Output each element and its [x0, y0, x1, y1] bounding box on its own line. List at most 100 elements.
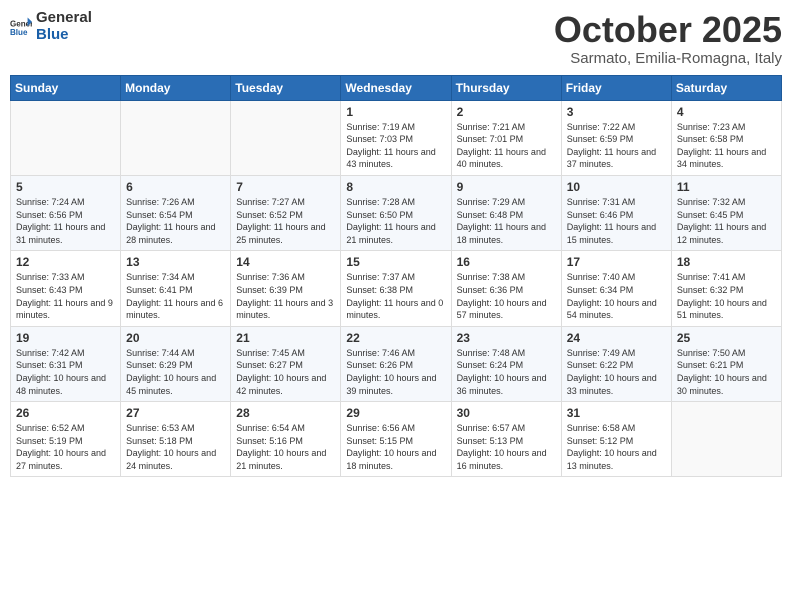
day-number: 5	[16, 180, 115, 194]
day-number: 29	[346, 406, 445, 420]
day-cell: 25 Sunrise: 7:50 AM Sunset: 6:21 PM Dayli…	[671, 326, 781, 401]
day-cell: 23 Sunrise: 7:48 AM Sunset: 6:24 PM Dayli…	[451, 326, 561, 401]
week-row-4: 19Sunrise: 7:42 AM Sunset: 6:31 PM Dayli…	[11, 326, 782, 401]
day-number: 19	[16, 331, 115, 345]
day-info: Sunrise: 7:34 AM Sunset: 6:41 PM Dayligh…	[126, 271, 225, 321]
day-cell: 15Sunrise: 7:37 AM Sunset: 6:38 PM Dayli…	[341, 251, 451, 326]
day-cell: 18Sunrise: 7:41 AM Sunset: 6:32 PM Dayli…	[671, 251, 781, 326]
day-cell: 30 Sunrise: 6:57 AM Sunset: 5:13 PM Dayli…	[451, 402, 561, 477]
day-number: 20	[126, 331, 225, 345]
day-info: Sunrise: 7:31 AM Sunset: 6:46 PM Dayligh…	[567, 196, 666, 246]
day-number: 17	[567, 255, 666, 269]
week-row-3: 12 Sunrise: 7:33 AM Sunset: 6:43 PM Dayli…	[11, 251, 782, 326]
day-info: Sunrise: 7:19 AM Sunset: 7:03 PM Dayligh…	[346, 121, 445, 171]
day-number: 18	[677, 255, 776, 269]
day-number: 7	[236, 180, 335, 194]
day-number: 30	[457, 406, 556, 420]
day-number: 13	[126, 255, 225, 269]
day-header-wednesday: Wednesday	[341, 75, 451, 100]
week-row-1: 1 Sunrise: 7:19 AM Sunset: 7:03 PM Daylig…	[11, 100, 782, 175]
day-cell: 4Sunrise: 7:23 AM Sunset: 6:58 PM Daylig…	[671, 100, 781, 175]
logo-blue-text: Blue	[36, 27, 92, 44]
day-cell	[11, 100, 121, 175]
day-cell: 19Sunrise: 7:42 AM Sunset: 6:31 PM Dayli…	[11, 326, 121, 401]
day-info: Sunrise: 6:56 AM Sunset: 5:15 PM Dayligh…	[346, 422, 445, 472]
day-info: Sunrise: 7:24 AM Sunset: 6:56 PM Dayligh…	[16, 196, 115, 246]
day-header-thursday: Thursday	[451, 75, 561, 100]
day-info: Sunrise: 7:22 AM Sunset: 6:59 PM Dayligh…	[567, 121, 666, 171]
day-cell: 26 Sunrise: 6:52 AM Sunset: 5:19 PM Dayli…	[11, 402, 121, 477]
day-cell: 17 Sunrise: 7:40 AM Sunset: 6:34 PM Dayli…	[561, 251, 671, 326]
day-number: 31	[567, 406, 666, 420]
day-cell	[671, 402, 781, 477]
day-info: Sunrise: 6:58 AM Sunset: 5:12 PM Dayligh…	[567, 422, 666, 472]
day-number: 25	[677, 331, 776, 345]
day-header-friday: Friday	[561, 75, 671, 100]
day-cell: 27Sunrise: 6:53 AM Sunset: 5:18 PM Dayli…	[121, 402, 231, 477]
day-info: Sunrise: 6:57 AM Sunset: 5:13 PM Dayligh…	[457, 422, 556, 472]
day-info: Sunrise: 7:26 AM Sunset: 6:54 PM Dayligh…	[126, 196, 225, 246]
day-number: 22	[346, 331, 445, 345]
day-cell: 12 Sunrise: 7:33 AM Sunset: 6:43 PM Dayli…	[11, 251, 121, 326]
day-info: Sunrise: 7:44 AM Sunset: 6:29 PM Dayligh…	[126, 347, 225, 397]
day-cell: 9 Sunrise: 7:29 AM Sunset: 6:48 PM Daylig…	[451, 175, 561, 250]
day-cell: 11 Sunrise: 7:32 AM Sunset: 6:45 PM Dayli…	[671, 175, 781, 250]
day-info: Sunrise: 7:50 AM Sunset: 6:21 PM Dayligh…	[677, 347, 776, 397]
day-cell: 14Sunrise: 7:36 AM Sunset: 6:39 PM Dayli…	[231, 251, 341, 326]
location-subtitle: Sarmato, Emilia-Romagna, Italy	[554, 50, 782, 67]
day-cell: 24 Sunrise: 7:49 AM Sunset: 6:22 PM Dayli…	[561, 326, 671, 401]
day-header-monday: Monday	[121, 75, 231, 100]
day-info: Sunrise: 7:33 AM Sunset: 6:43 PM Dayligh…	[16, 271, 115, 321]
calendar: SundayMondayTuesdayWednesdayThursdayFrid…	[10, 75, 782, 478]
day-cell: 5 Sunrise: 7:24 AM Sunset: 6:56 PM Daylig…	[11, 175, 121, 250]
day-headers-row: SundayMondayTuesdayWednesdayThursdayFrid…	[11, 75, 782, 100]
day-cell: 13 Sunrise: 7:34 AM Sunset: 6:41 PM Dayli…	[121, 251, 231, 326]
day-info: Sunrise: 7:29 AM Sunset: 6:48 PM Dayligh…	[457, 196, 556, 246]
day-info: Sunrise: 6:52 AM Sunset: 5:19 PM Dayligh…	[16, 422, 115, 472]
day-header-saturday: Saturday	[671, 75, 781, 100]
day-cell: 29 Sunrise: 6:56 AM Sunset: 5:15 PM Dayli…	[341, 402, 451, 477]
day-info: Sunrise: 7:49 AM Sunset: 6:22 PM Dayligh…	[567, 347, 666, 397]
month-title: October 2025	[554, 10, 782, 50]
day-cell: 7 Sunrise: 7:27 AM Sunset: 6:52 PM Daylig…	[231, 175, 341, 250]
day-number: 23	[457, 331, 556, 345]
day-number: 11	[677, 180, 776, 194]
day-cell	[121, 100, 231, 175]
day-number: 16	[457, 255, 556, 269]
day-number: 2	[457, 105, 556, 119]
day-info: Sunrise: 7:27 AM Sunset: 6:52 PM Dayligh…	[236, 196, 335, 246]
day-cell: 16 Sunrise: 7:38 AM Sunset: 6:36 PM Dayli…	[451, 251, 561, 326]
day-cell: 22 Sunrise: 7:46 AM Sunset: 6:26 PM Dayli…	[341, 326, 451, 401]
day-cell: 1 Sunrise: 7:19 AM Sunset: 7:03 PM Daylig…	[341, 100, 451, 175]
day-info: Sunrise: 7:36 AM Sunset: 6:39 PM Dayligh…	[236, 271, 335, 321]
day-info: Sunrise: 6:54 AM Sunset: 5:16 PM Dayligh…	[236, 422, 335, 472]
day-info: Sunrise: 7:46 AM Sunset: 6:26 PM Dayligh…	[346, 347, 445, 397]
day-number: 3	[567, 105, 666, 119]
day-number: 24	[567, 331, 666, 345]
day-info: Sunrise: 7:40 AM Sunset: 6:34 PM Dayligh…	[567, 271, 666, 321]
day-info: Sunrise: 6:53 AM Sunset: 5:18 PM Dayligh…	[126, 422, 225, 472]
day-info: Sunrise: 7:48 AM Sunset: 6:24 PM Dayligh…	[457, 347, 556, 397]
title-section: October 2025 Sarmato, Emilia-Romagna, It…	[554, 10, 782, 67]
day-cell: 2Sunrise: 7:21 AM Sunset: 7:01 PM Daylig…	[451, 100, 561, 175]
logo-general-text: General	[36, 10, 92, 27]
logo: General Blue General Blue	[10, 10, 92, 43]
week-row-5: 26 Sunrise: 6:52 AM Sunset: 5:19 PM Dayli…	[11, 402, 782, 477]
day-cell: 20 Sunrise: 7:44 AM Sunset: 6:29 PM Dayli…	[121, 326, 231, 401]
day-info: Sunrise: 7:38 AM Sunset: 6:36 PM Dayligh…	[457, 271, 556, 321]
day-number: 8	[346, 180, 445, 194]
day-number: 26	[16, 406, 115, 420]
day-number: 1	[346, 105, 445, 119]
day-cell: 8 Sunrise: 7:28 AM Sunset: 6:50 PM Daylig…	[341, 175, 451, 250]
day-number: 21	[236, 331, 335, 345]
day-info: Sunrise: 7:28 AM Sunset: 6:50 PM Dayligh…	[346, 196, 445, 246]
day-cell: 3 Sunrise: 7:22 AM Sunset: 6:59 PM Daylig…	[561, 100, 671, 175]
day-number: 12	[16, 255, 115, 269]
day-number: 10	[567, 180, 666, 194]
day-header-sunday: Sunday	[11, 75, 121, 100]
day-info: Sunrise: 7:32 AM Sunset: 6:45 PM Dayligh…	[677, 196, 776, 246]
day-cell	[231, 100, 341, 175]
day-number: 9	[457, 180, 556, 194]
day-number: 28	[236, 406, 335, 420]
day-cell: 21Sunrise: 7:45 AM Sunset: 6:27 PM Dayli…	[231, 326, 341, 401]
